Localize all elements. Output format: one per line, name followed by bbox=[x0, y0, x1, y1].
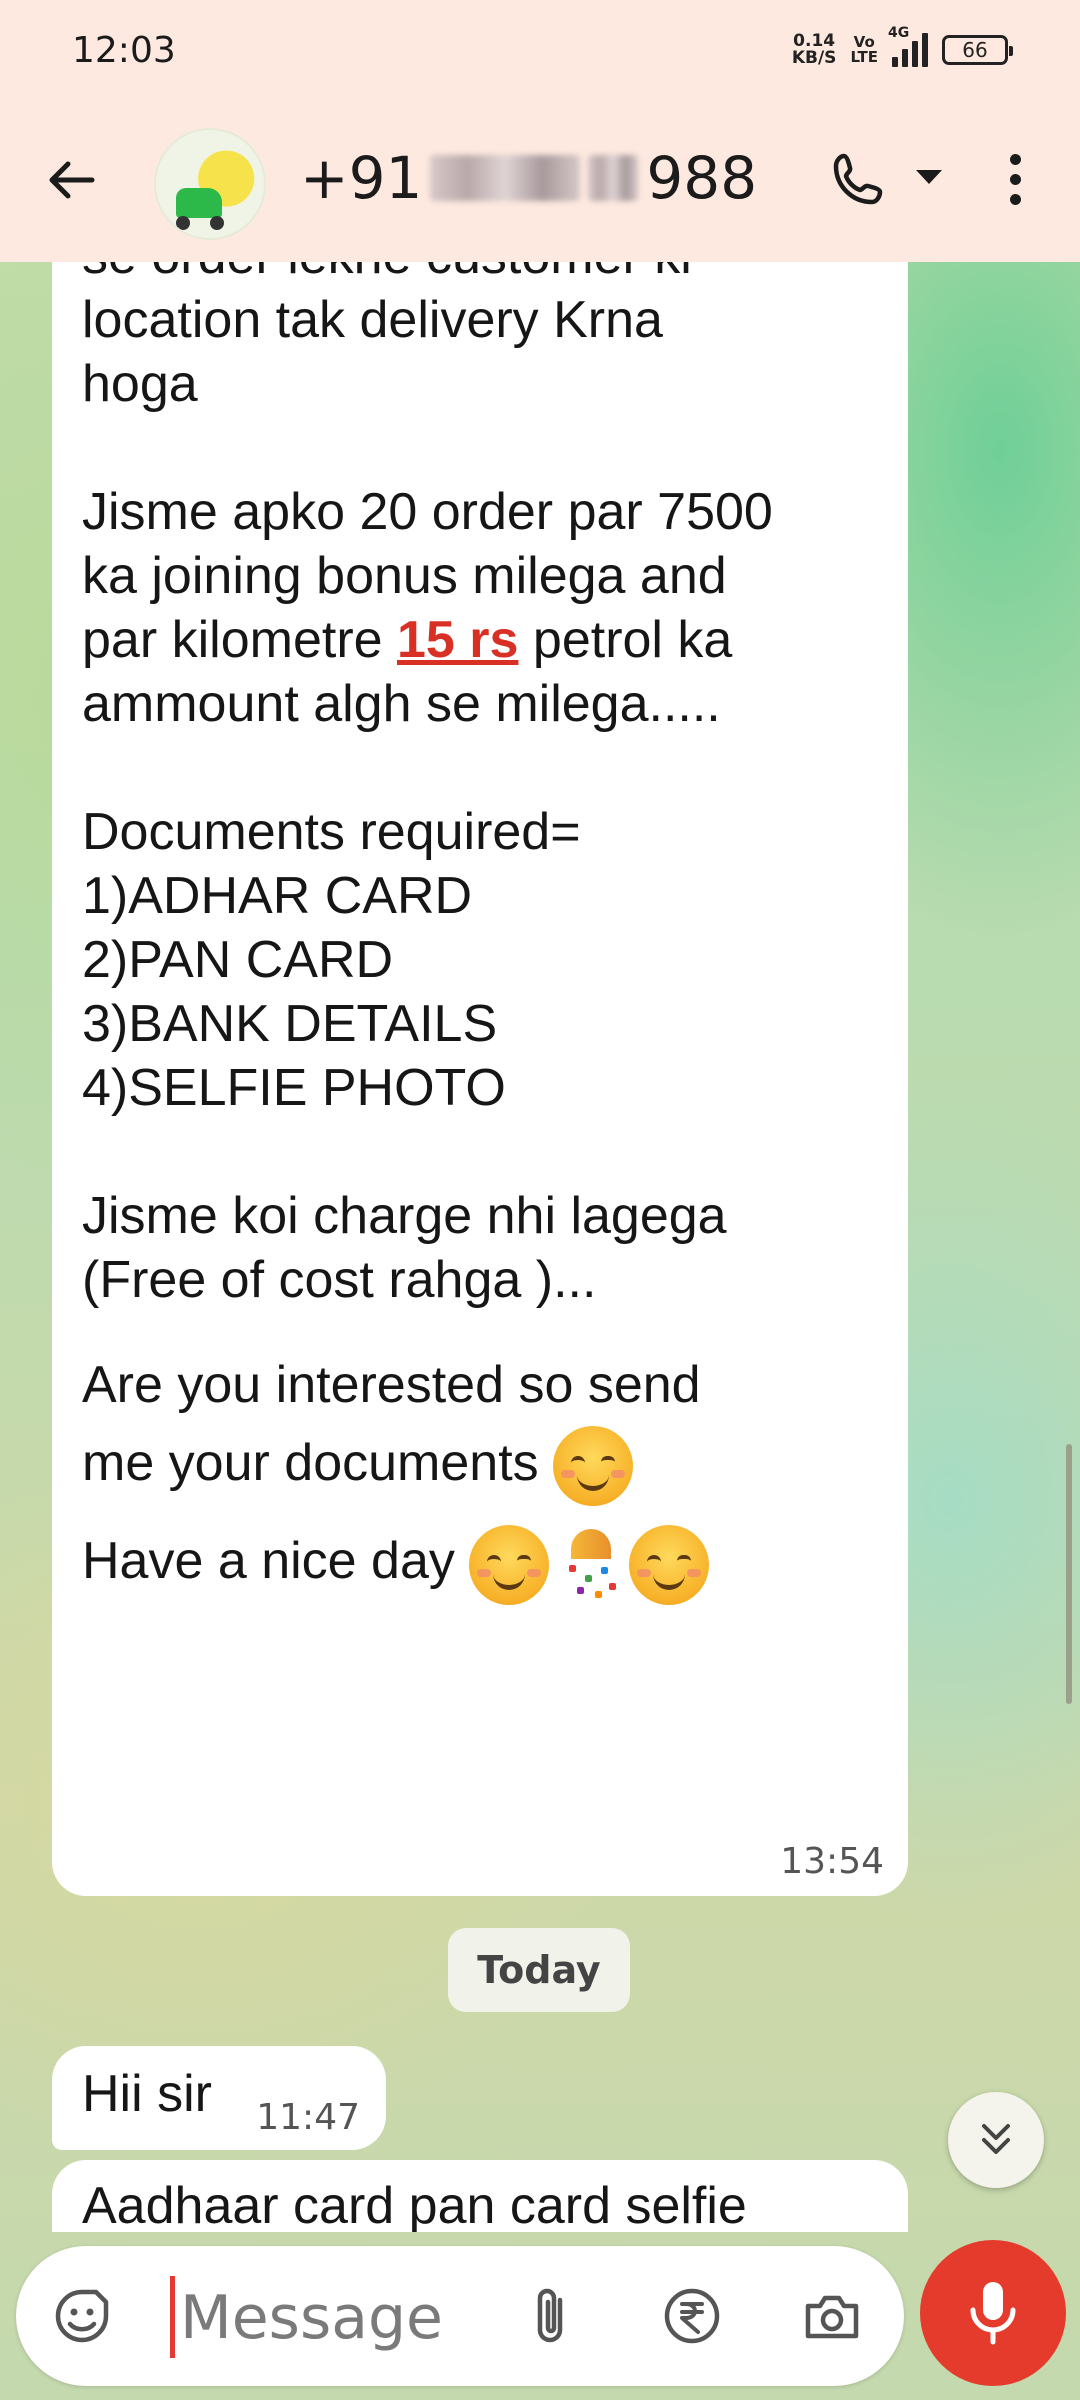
contact-avatar[interactable] bbox=[154, 128, 266, 240]
message-paragraph: Documents required= 1)ADHAR CARD 2)PAN C… bbox=[82, 803, 581, 1117]
message-text: Aadhaar card pan card selfie bbox=[82, 2177, 747, 2232]
contact-name[interactable]: +91 988 bbox=[300, 144, 757, 212]
message-paragraph: Jisme apko 20 order par 7500 ka joining … bbox=[82, 483, 773, 733]
sticker-icon[interactable] bbox=[50, 2284, 114, 2348]
rupee-payment-icon[interactable] bbox=[660, 2284, 724, 2348]
phone-icon[interactable] bbox=[826, 148, 890, 212]
text-cursor bbox=[170, 2276, 175, 2358]
message-input[interactable] bbox=[180, 2278, 500, 2358]
scroll-to-bottom-button[interactable] bbox=[948, 2092, 1044, 2188]
smiling-face-emoji bbox=[629, 1524, 710, 1605]
message-text: Hii sir bbox=[82, 2065, 212, 2123]
message-timestamp: 11:47 bbox=[256, 2097, 360, 2138]
microphone-icon bbox=[970, 2282, 1016, 2345]
more-options-icon[interactable] bbox=[1000, 148, 1030, 212]
chat-header: +91 988 bbox=[0, 100, 1080, 262]
party-popper-emoji bbox=[549, 1525, 629, 1605]
call-dropdown-caret-icon[interactable] bbox=[916, 170, 942, 184]
message-paragraph: location tak delivery Krna hoga bbox=[82, 291, 663, 413]
message-paragraph: Are you interested so send me your docum… bbox=[82, 1346, 878, 1507]
scrollbar[interactable] bbox=[1066, 1444, 1072, 1704]
status-time: 12:03 bbox=[72, 29, 176, 71]
message-text-partial-line: se order lekhe customer ki bbox=[82, 262, 878, 288]
attachment-icon[interactable] bbox=[520, 2284, 584, 2348]
network-speed: 0.14 KB/S bbox=[791, 31, 837, 68]
voice-message-button[interactable] bbox=[920, 2240, 1066, 2386]
redacted-digits bbox=[430, 155, 581, 201]
status-icons: 0.14 KB/S Vo LTE 4G 66 bbox=[791, 25, 1013, 68]
message-timestamp: 13:54 bbox=[780, 1841, 884, 1882]
message-composer bbox=[16, 2246, 904, 2386]
status-bar: 12:03 0.14 KB/S Vo LTE 4G 66 bbox=[0, 0, 1080, 100]
volte-icon: Vo LTE bbox=[850, 33, 878, 66]
incoming-message-bubble[interactable]: Aadhaar card pan card selfie bbox=[52, 2160, 908, 2232]
highlighted-amount[interactable]: 15 rs bbox=[397, 611, 518, 669]
back-arrow-icon[interactable] bbox=[40, 148, 104, 212]
camera-icon[interactable] bbox=[800, 2284, 864, 2348]
message-paragraph: Jisme koi charge nhi lagega (Free of cos… bbox=[82, 1187, 727, 1309]
battery-icon: 66 bbox=[942, 35, 1013, 65]
incoming-message-bubble[interactable]: Hii sir 11:47 bbox=[52, 2046, 386, 2150]
smiling-face-emoji bbox=[553, 1426, 634, 1507]
signal-icon: 4G bbox=[888, 25, 928, 67]
chat-messages[interactable]: se order lekhe customer ki location tak … bbox=[0, 262, 1080, 2232]
redacted-digits bbox=[588, 155, 639, 201]
incoming-message-bubble[interactable]: se order lekhe customer ki location tak … bbox=[52, 262, 908, 1896]
smiling-face-emoji bbox=[469, 1524, 550, 1605]
double-chevron-down-icon bbox=[982, 2124, 1010, 2154]
date-separator: Today bbox=[448, 1928, 630, 2012]
message-paragraph: Have a nice day bbox=[82, 1516, 878, 1606]
